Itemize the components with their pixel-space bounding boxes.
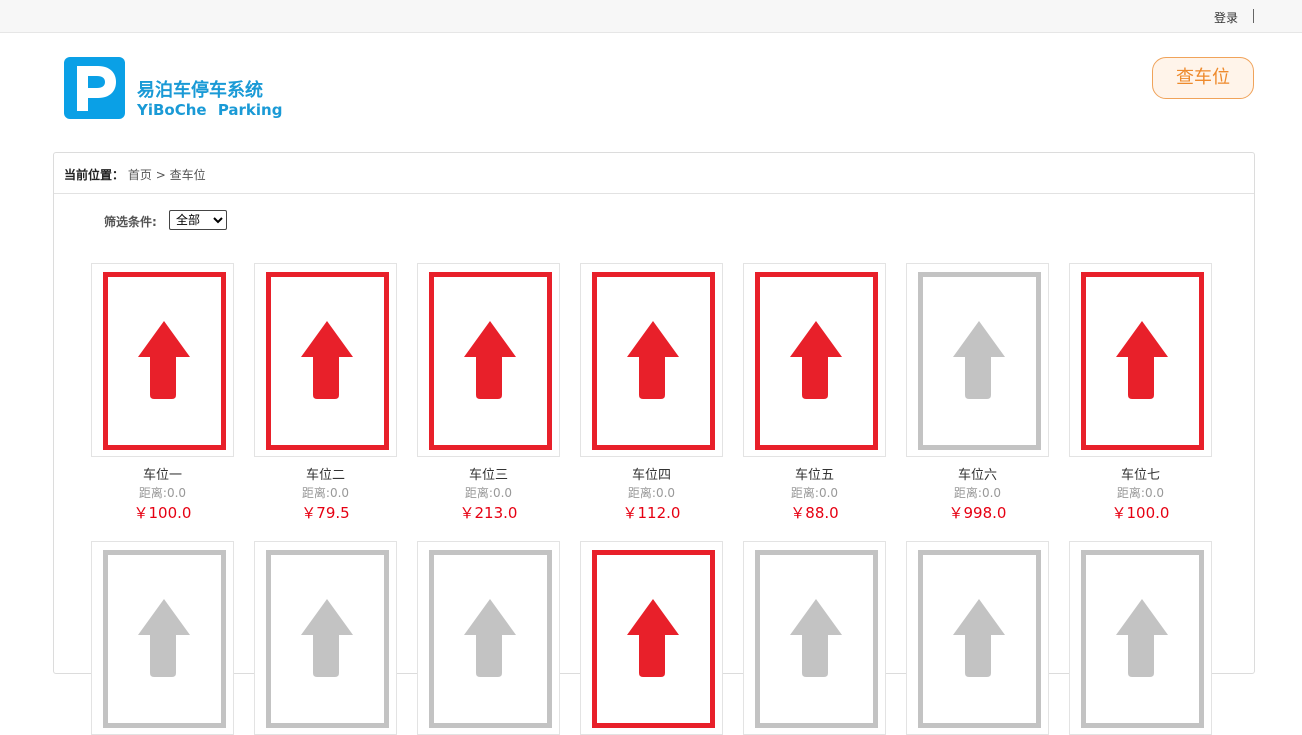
spot-price: ￥112.0 — [622, 504, 681, 522]
parking-spot-image[interactable] — [254, 541, 397, 735]
filter-label: 筛选条件: — [104, 215, 157, 229]
parking-logo-icon[interactable] — [64, 57, 125, 119]
up-arrow-icon — [790, 599, 842, 677]
spot-name[interactable]: 车位六 — [906, 464, 1049, 483]
find-spot-button[interactable]: 查车位 — [1152, 57, 1254, 99]
content-panel: 当前位置： 首页 > 查车位 筛选条件: 全部 车位一距离:0.0 ￥100.0 车… — [53, 152, 1255, 735]
spot-distance: 距离:0.0 — [953, 486, 1002, 500]
up-arrow-icon — [464, 599, 516, 677]
filter-row: 筛选条件: 全部 — [104, 210, 227, 230]
parking-spot-image[interactable] — [743, 541, 886, 735]
parking-spot-image[interactable] — [580, 541, 723, 735]
top-bar: 登录 — [0, 0, 1302, 33]
spot-distance: 距离:0.0 — [1116, 486, 1165, 500]
breadcrumb: 当前位置： 首页 > 查车位 — [64, 166, 206, 183]
spot-distance: 距离:0.0 — [790, 486, 839, 500]
breadcrumb-separator: > — [155, 168, 166, 182]
breadcrumb-bar: 当前位置： 首页 > 查车位 — [54, 153, 1254, 194]
parking-spot-image[interactable] — [417, 541, 560, 735]
up-arrow-icon — [138, 599, 190, 677]
parking-spot-image[interactable] — [1069, 263, 1212, 457]
up-arrow-icon — [953, 321, 1005, 399]
spot-price: ￥213.0 — [459, 504, 518, 522]
breadcrumb-home-link[interactable]: 首页 — [128, 168, 152, 182]
spot-distance: 距离:0.0 — [138, 486, 187, 500]
up-arrow-icon — [138, 321, 190, 399]
filter-select[interactable]: 全部 — [169, 210, 227, 230]
spot-distance: 距离:0.0 — [627, 486, 676, 500]
parking-spot-image[interactable] — [91, 263, 234, 457]
up-arrow-icon — [790, 321, 842, 399]
brand-name-en: YiBoChe Parking — [137, 101, 283, 119]
breadcrumb-current: 查车位 — [169, 168, 206, 182]
parking-spot-image[interactable] — [906, 541, 1049, 735]
up-arrow-icon — [301, 599, 353, 677]
topbar-divider — [1253, 9, 1254, 23]
spot-name[interactable]: 车位一 — [91, 464, 234, 483]
spot-price: ￥100.0 — [133, 504, 192, 522]
up-arrow-icon — [1116, 599, 1168, 677]
up-arrow-icon — [627, 321, 679, 399]
spot-name[interactable]: 车位七 — [1069, 464, 1212, 483]
brand-name-cn: 易泊车停车系统 — [137, 80, 263, 101]
breadcrumb-label: 当前位置： — [64, 168, 125, 182]
up-arrow-icon — [464, 321, 516, 399]
login-link[interactable]: 登录 — [1214, 9, 1238, 26]
parking-spot-image[interactable] — [906, 263, 1049, 457]
up-arrow-icon — [1116, 321, 1168, 399]
parking-spot-image[interactable] — [580, 263, 723, 457]
spot-distance: 距离:0.0 — [464, 486, 513, 500]
parking-spot-image[interactable] — [743, 263, 886, 457]
spot-price: ￥79.5 — [301, 504, 350, 522]
spot-name[interactable]: 车位三 — [417, 464, 560, 483]
spot-distance: 距离:0.0 — [301, 486, 350, 500]
parking-spot-image[interactable] — [417, 263, 560, 457]
up-arrow-icon — [953, 599, 1005, 677]
parking-spot-image[interactable] — [1069, 541, 1212, 735]
spot-price: ￥100.0 — [1111, 504, 1170, 522]
spot-name[interactable]: 车位二 — [254, 464, 397, 483]
spot-price: ￥88.0 — [790, 504, 839, 522]
spot-price: ￥998.0 — [948, 504, 1007, 522]
parking-spot-image[interactable] — [254, 263, 397, 457]
spot-name[interactable]: 车位四 — [580, 464, 723, 483]
parking-spot-image[interactable] — [91, 541, 234, 735]
spot-name[interactable]: 车位五 — [743, 464, 886, 483]
up-arrow-icon — [627, 599, 679, 677]
up-arrow-icon — [301, 321, 353, 399]
